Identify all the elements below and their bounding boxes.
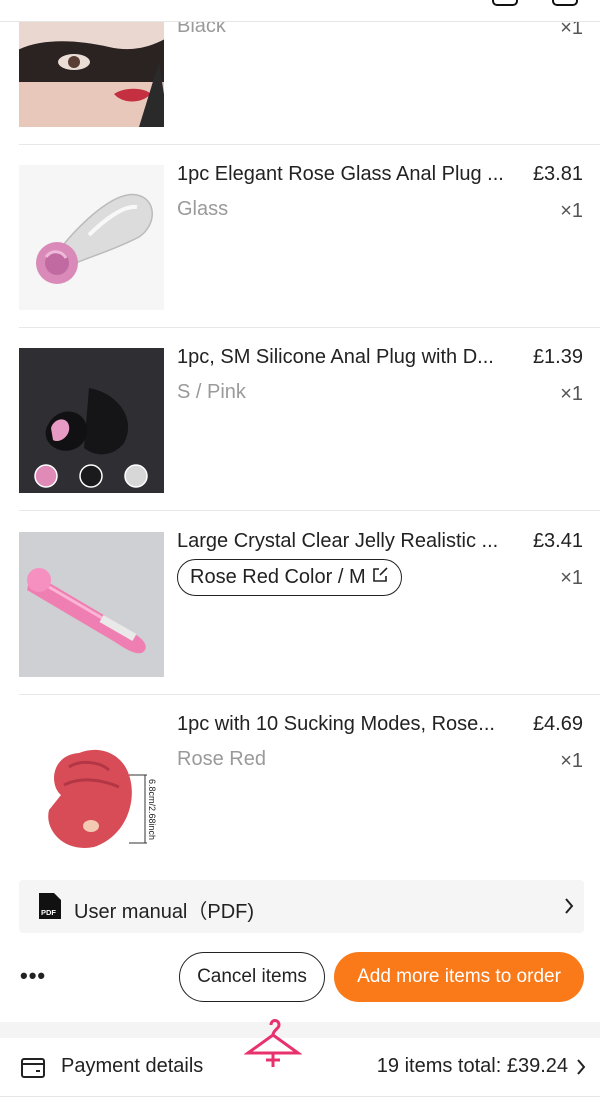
item-price: £3.41: [532, 530, 583, 552]
chevron-right-icon: [564, 897, 574, 920]
list-item[interactable]: 6.8cm/2.68inch 1pc with 10 Sucking Modes…: [0, 695, 600, 878]
item-title[interactable]: 1pc Elegant Rose Glass Anal Plug ...: [177, 163, 522, 186]
edit-icon: [371, 566, 389, 590]
item-price: £1.39: [532, 346, 583, 368]
variant-label: Rose Red Color / M: [190, 566, 366, 588]
chevron-right-icon: [576, 1058, 586, 1081]
divider: [19, 510, 600, 511]
dimension-label: 6.8cm/2.68inch: [147, 779, 157, 840]
top-bar: [0, 0, 600, 22]
list-item[interactable]: 1pc Elegant Rose Glass Anal Plug ... £3.…: [0, 145, 600, 328]
add-more-items-button[interactable]: Add more items to order: [334, 952, 584, 1002]
item-price: £4.69: [532, 713, 583, 735]
order-total: 19 items total: £39.24: [376, 1055, 568, 1077]
item-variant: Glass: [177, 198, 229, 220]
item-quantity: ×1: [560, 200, 583, 222]
variant-selector[interactable]: Rose Red Color / M: [177, 559, 402, 596]
header-icon[interactable]: [552, 0, 578, 6]
item-variant: Rose Red: [177, 748, 266, 770]
wallet-icon: [21, 1058, 45, 1083]
item-title[interactable]: 1pc, SM Silicone Anal Plug with D...: [177, 346, 522, 369]
pdf-badge: PDF: [41, 908, 56, 917]
list-item[interactable]: 1pc, SM Silicone Anal Plug with D... £1.…: [0, 328, 600, 511]
item-quantity: ×1: [560, 383, 583, 405]
item-quantity: ×1: [560, 567, 583, 589]
product-thumbnail[interactable]: [19, 348, 164, 493]
user-manual-label: User manual（PDF): [74, 901, 255, 923]
more-options-button[interactable]: •••: [20, 963, 46, 989]
header-icon[interactable]: [492, 0, 518, 6]
user-manual-row[interactable]: PDF User manual（PDF): [19, 880, 584, 933]
payment-details-label: Payment details: [61, 1055, 204, 1077]
hanger-icon: [243, 1015, 303, 1078]
product-thumbnail[interactable]: 6.8cm/2.68inch: [19, 715, 164, 860]
product-thumbnail[interactable]: [19, 532, 164, 677]
item-price: £3.81: [532, 163, 583, 185]
item-quantity: ×1: [560, 750, 583, 772]
product-thumbnail[interactable]: [19, 165, 164, 310]
list-item[interactable]: Large Crystal Clear Jelly Realistic ... …: [0, 512, 600, 695]
item-variant: S / Pink: [177, 381, 246, 403]
pdf-file-icon: PDF: [39, 893, 61, 924]
item-title[interactable]: 1pc with 10 Sucking Modes, Rose...: [177, 713, 522, 736]
item-title[interactable]: Large Crystal Clear Jelly Realistic ...: [177, 530, 522, 553]
cancel-items-button[interactable]: Cancel items: [179, 952, 325, 1002]
